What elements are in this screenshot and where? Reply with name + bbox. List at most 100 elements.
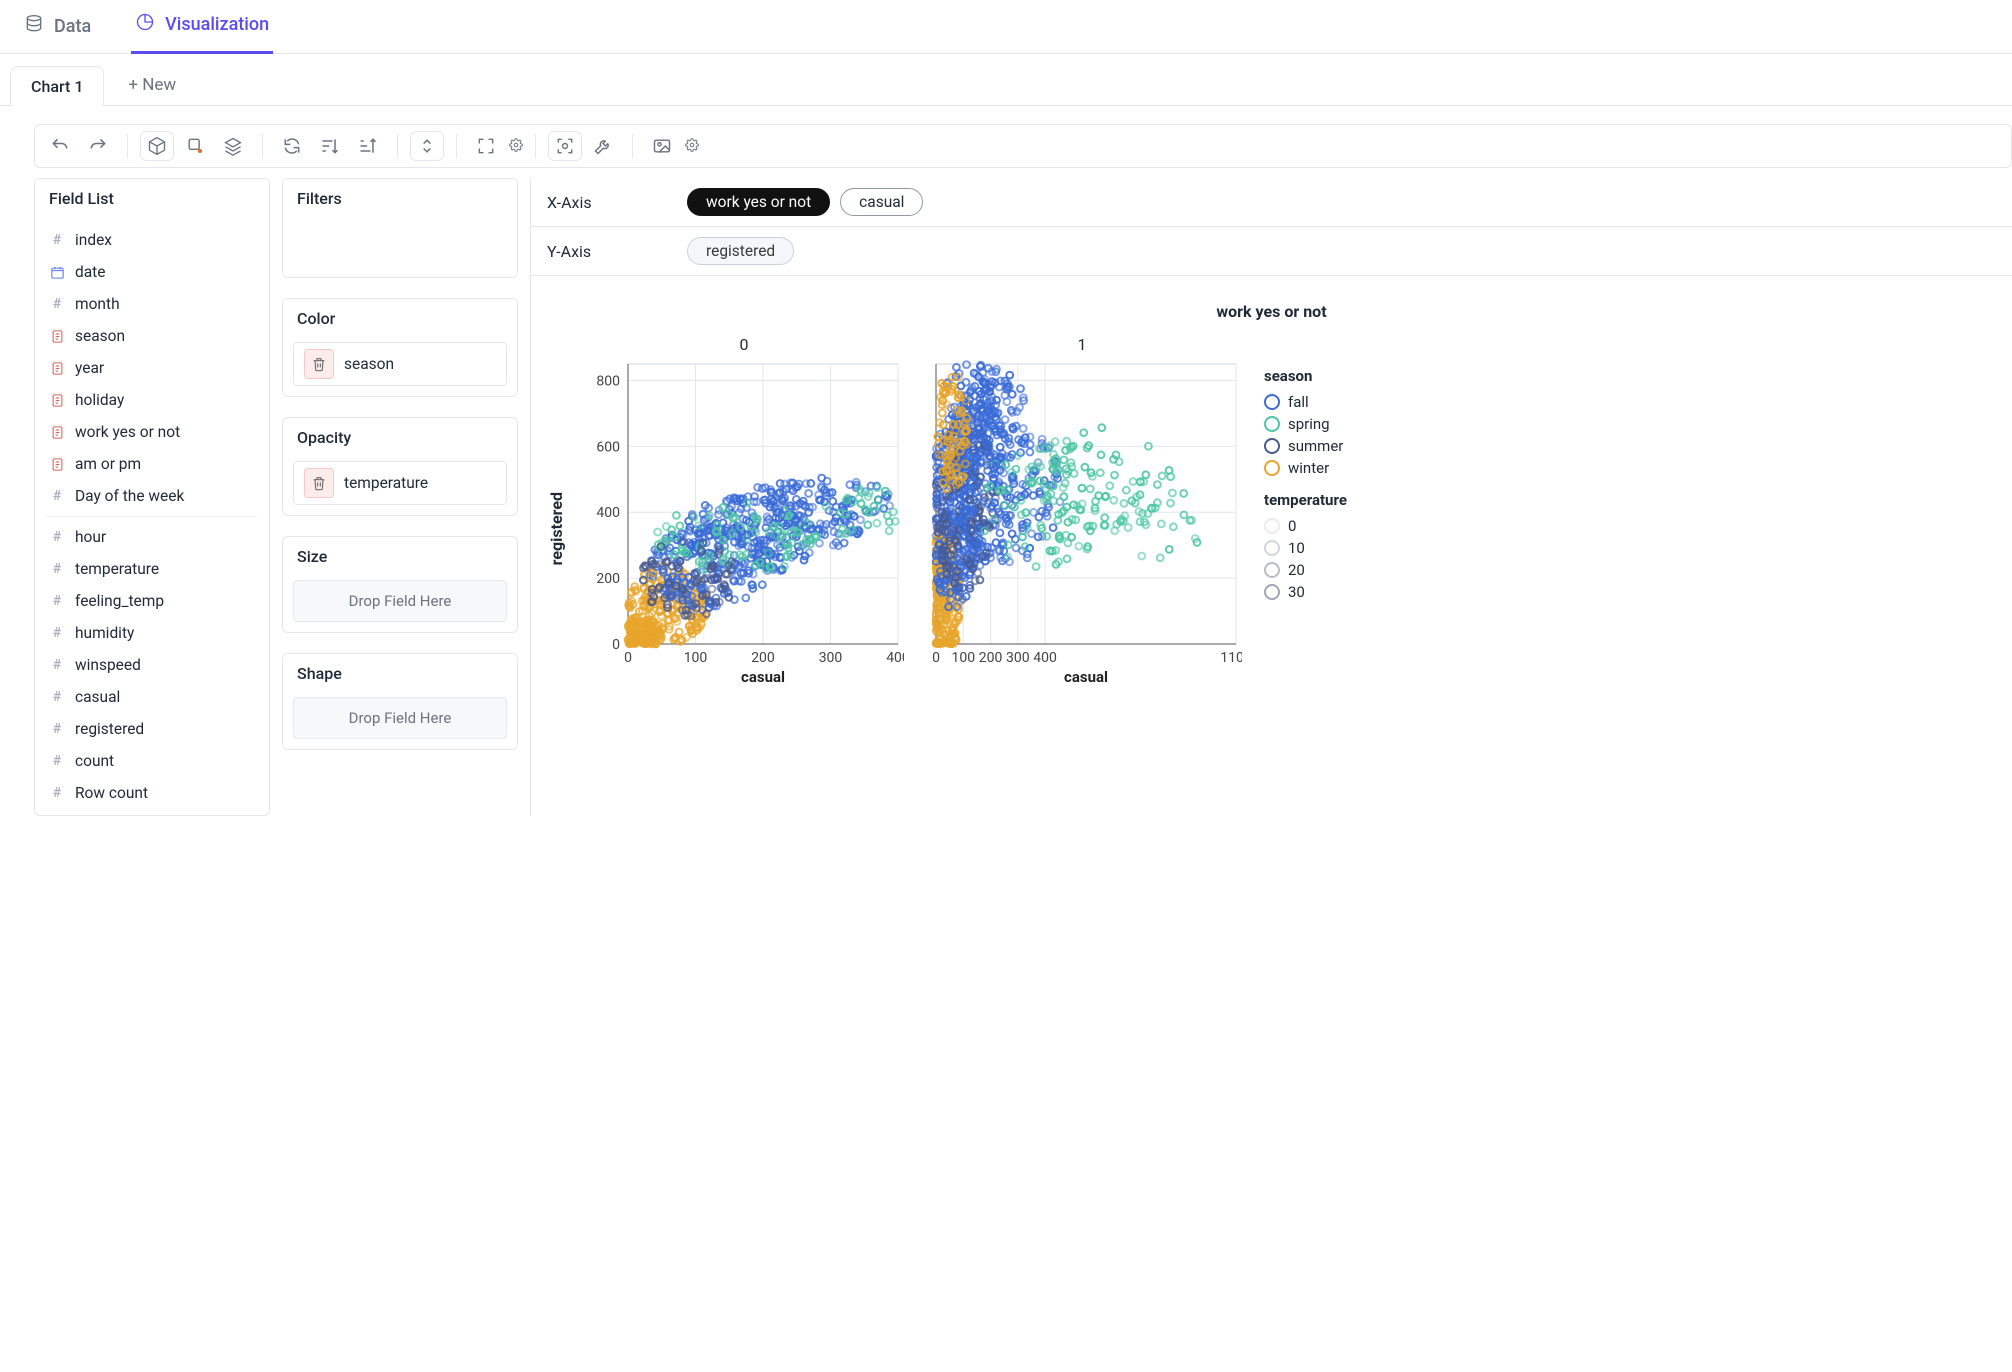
- field-item[interactable]: work yes or not: [35, 416, 269, 448]
- legend-swatch-icon: [1264, 438, 1280, 454]
- refresh-button[interactable]: [275, 131, 309, 161]
- field-item-label: holiday: [75, 391, 124, 409]
- new-chart-button[interactable]: + New: [120, 69, 184, 101]
- legend-swatch-icon: [1264, 518, 1280, 534]
- field-item[interactable]: #winspeed: [35, 649, 269, 681]
- y-fields[interactable]: registered: [687, 237, 794, 265]
- facet-1-label: 1: [922, 335, 1242, 354]
- field-item[interactable]: # Day of the week: [35, 480, 269, 512]
- field-item-label: count: [75, 752, 114, 770]
- legend-item[interactable]: 10: [1264, 539, 1347, 557]
- svg-text:100: 100: [951, 650, 975, 666]
- field-item-label: Day of the week: [75, 487, 184, 505]
- field-item[interactable]: #temperature: [35, 553, 269, 585]
- field-pill[interactable]: registered: [687, 237, 794, 265]
- wrench-button[interactable]: [586, 131, 620, 161]
- field-item[interactable]: year: [35, 352, 269, 384]
- field-item[interactable]: # month: [35, 288, 269, 320]
- field-item[interactable]: date: [35, 256, 269, 288]
- filters-panel[interactable]: Filters: [282, 178, 518, 278]
- svg-text:0: 0: [624, 650, 632, 666]
- field-item-label: season: [75, 327, 125, 345]
- field-item[interactable]: #registered: [35, 713, 269, 745]
- scatter-plot-1[interactable]: 01002003004001100casual: [922, 358, 1242, 688]
- opacity-chip-label: temperature: [344, 474, 428, 492]
- number-icon: #: [49, 296, 65, 312]
- scatter-plot-0[interactable]: 02004006008000100200300400casual: [584, 358, 904, 688]
- x-axis-row: X-Axis work yes or not casual: [531, 178, 2012, 226]
- toolbar: [34, 124, 2012, 168]
- pie-chart-icon: [135, 12, 155, 37]
- shape-dropzone[interactable]: Drop Field Here: [293, 697, 507, 739]
- gear-icon[interactable]: [685, 137, 699, 156]
- field-pill[interactable]: casual: [840, 188, 923, 216]
- size-dropzone[interactable]: Drop Field Here: [293, 580, 507, 622]
- legend-item[interactable]: 20: [1264, 561, 1347, 579]
- field-list: #indexdate # month season year holiday work ye…: [35, 218, 269, 815]
- number-icon: #: [49, 529, 65, 545]
- cube-button[interactable]: [140, 131, 174, 161]
- legend-item[interactable]: spring: [1264, 415, 1347, 433]
- number-icon: #: [49, 625, 65, 641]
- undo-button[interactable]: [43, 131, 77, 161]
- field-item-label: humidity: [75, 624, 134, 642]
- svg-text:300: 300: [1006, 650, 1030, 666]
- facet-0: 0 02004006008000100200300400casual: [584, 335, 904, 692]
- field-item-label: feeling_temp: [75, 592, 164, 610]
- opacity-chip[interactable]: temperature: [293, 461, 507, 505]
- field-item[interactable]: season: [35, 320, 269, 352]
- legend-item[interactable]: summer: [1264, 437, 1347, 455]
- svg-text:0: 0: [612, 637, 620, 653]
- gear-icon[interactable]: [509, 137, 523, 156]
- tab-visualization[interactable]: Visualization: [131, 6, 273, 54]
- number-icon: #: [49, 232, 65, 248]
- sort-asc-button[interactable]: [313, 131, 347, 161]
- layers-button[interactable]: [216, 131, 250, 161]
- sort-desc-button[interactable]: [351, 131, 385, 161]
- field-item[interactable]: holiday: [35, 384, 269, 416]
- mark-type-button[interactable]: [178, 131, 212, 161]
- scan-button[interactable]: [548, 131, 582, 161]
- x-axis-label: X-Axis: [547, 193, 667, 212]
- resize-button[interactable]: [410, 131, 444, 161]
- legend-item[interactable]: fall: [1264, 393, 1347, 411]
- field-item[interactable]: # humidity: [35, 617, 269, 649]
- field-item[interactable]: #Row count: [35, 777, 269, 809]
- field-list-panel: Field List #indexdate#monthseasonyearhol…: [34, 178, 270, 816]
- fullscreen-button[interactable]: [469, 131, 503, 161]
- svg-text:casual: casual: [1064, 668, 1108, 686]
- tab-data-label: Data: [54, 16, 91, 37]
- x-fields[interactable]: work yes or not casual: [687, 188, 923, 216]
- text-icon: [49, 360, 65, 376]
- color-chip[interactable]: season: [293, 342, 507, 386]
- legend-item[interactable]: winter: [1264, 459, 1347, 477]
- field-item[interactable]: #casual: [35, 681, 269, 713]
- chart-area: work yes or not registered 0 02004006008…: [531, 275, 2012, 712]
- field-item[interactable]: #count: [35, 745, 269, 777]
- legend-item[interactable]: 30: [1264, 583, 1347, 601]
- tab-data[interactable]: Data: [20, 8, 95, 53]
- field-item[interactable]: #hour: [35, 521, 269, 553]
- svg-text:0: 0: [932, 650, 940, 666]
- legend-item[interactable]: 0: [1264, 517, 1347, 535]
- legend-label: 0: [1288, 517, 1296, 535]
- legend-label: 10: [1288, 539, 1305, 557]
- size-panel: Size Drop Field Here: [282, 536, 518, 633]
- field-pill[interactable]: work yes or not: [687, 188, 830, 216]
- redo-button[interactable]: [81, 131, 115, 161]
- svg-text:400: 400: [886, 650, 904, 666]
- field-item[interactable]: am or pm: [35, 448, 269, 480]
- field-item-label: work yes or not: [75, 423, 180, 441]
- legend-swatch-icon: [1264, 460, 1280, 476]
- chart-tab[interactable]: Chart 1: [10, 66, 104, 106]
- size-title: Size: [283, 537, 517, 576]
- field-item-label: month: [75, 295, 120, 313]
- remove-opacity-button[interactable]: [304, 468, 334, 498]
- number-icon: #: [49, 488, 65, 504]
- remove-color-button[interactable]: [304, 349, 334, 379]
- field-item[interactable]: #index: [35, 224, 269, 256]
- export-image-button[interactable]: [645, 131, 679, 161]
- field-item[interactable]: #feeling_temp: [35, 585, 269, 617]
- opacity-title: Opacity: [283, 418, 517, 457]
- svg-text:400: 400: [1033, 650, 1057, 666]
